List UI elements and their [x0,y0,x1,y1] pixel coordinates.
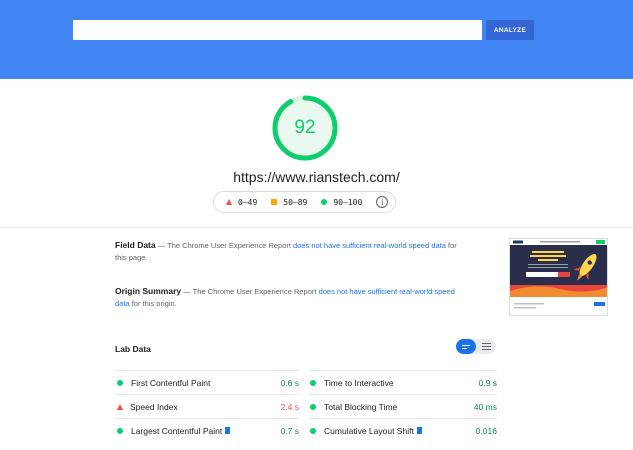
origin-summary-heading: Origin Summary [115,286,182,296]
pass-circle-icon [321,199,328,205]
metric-cumulative-layout-shift: Cumulative Layout Shift 0.016 [308,418,497,442]
legend-average: 50–89 [271,198,307,207]
fail-triangle-icon [117,403,123,410]
expanded-view-icon-line [481,349,491,350]
metric-value: 0.7 s [280,425,300,436]
metric-label: Largest Contentful Paint [131,425,223,436]
legend-fail: 0–49 [226,198,257,207]
pass-circle-icon [117,427,123,434]
pass-circle-icon [310,427,317,434]
pass-circle-icon [117,379,123,386]
core-web-vital-flag-icon [416,427,422,434]
header-bar: ANALYZE [0,0,633,79]
fail-triangle-icon [226,199,232,205]
core-web-vital-flag-icon [225,427,231,434]
metric-name: Largest Contentful Paint [115,426,281,436]
compact-view-icon [462,344,470,346]
lab-metrics: First Contentful Paint 0.6 s Time to Inter… [115,370,497,442]
pass-circle-icon [310,403,317,410]
metric-label: Time to Interactive [324,377,394,388]
metric-name: Speed Index [115,402,281,412]
origin-summary-text: — The Chrome User Experience Report [181,287,319,296]
legend-fail-label: 0–49 [238,197,258,207]
metric-label: Total Blocking Time [324,401,398,412]
metric-row: First Contentful Paint 0.6 s Time to Inter… [115,370,497,394]
view-toggle[interactable] [456,339,496,354]
metric-value: 0.016 [475,425,497,436]
metric-total-blocking-time: Total Blocking Time 40 ms [308,394,497,418]
metric-row: Speed Index 2.4 s Total Blocking Time 40 ms [115,394,497,418]
metric-first-contentful-paint: First Contentful Paint 0.6 s [115,370,300,394]
field-data-heading: Field Data [115,240,156,250]
metric-value: 2.4 s [280,401,300,412]
metric-row: Largest Contentful Paint 0.7 s Cumulative … [115,418,497,442]
analyze-button[interactable]: ANALYZE [486,20,534,40]
thumbnail-image [510,239,607,315]
field-data-section: Field Data — The Chrome User Experience … [115,239,460,264]
legend-average-label: 50–89 [283,197,308,207]
metric-value: 40 ms [473,401,497,412]
lab-data-heading: Lab Data [115,344,151,354]
expanded-view-button[interactable] [476,339,496,354]
info-icon[interactable]: i [376,196,389,208]
metric-value: 0.9 s [478,377,497,388]
field-data-link[interactable]: does not have sufficient real-world spee… [293,241,446,250]
field-data-text: — The Chrome User Experience Report [155,241,294,250]
metric-time-to-interactive: Time to Interactive 0.9 s [308,370,497,394]
analyzed-url: https://www.rianstech.com/ [233,169,400,185]
metric-largest-contentful-paint: Largest Contentful Paint 0.7 s [115,418,300,442]
metric-label: First Contentful Paint [131,377,211,388]
score-legend: 0–49 50–89 90–100 i [213,191,396,213]
expanded-view-icon-line [481,346,491,347]
section-divider [0,227,633,228]
pass-circle-icon [310,379,317,386]
metric-name: Cumulative Layout Shift [308,426,476,436]
expanded-view-icon [481,343,491,344]
page-screenshot-thumbnail [509,238,608,316]
legend-pass: 90–100 [321,198,362,207]
compact-view-button[interactable] [456,339,476,354]
compact-view-icon-line [462,347,467,349]
metric-label: Speed Index [130,401,178,412]
url-input[interactable] [73,20,482,40]
metric-speed-index: Speed Index 2.4 s [115,394,300,418]
average-square-icon [271,199,278,205]
metric-name: First Contentful Paint [115,378,281,388]
origin-summary-text-end: for this origin. [129,299,177,308]
metric-name: Total Blocking Time [308,402,474,412]
metric-value: 0.6 s [280,377,300,388]
metric-label: Cumulative Layout Shift [324,425,414,436]
performance-score: 92 [294,117,316,138]
origin-summary-section: Origin Summary — The Chrome User Experie… [115,285,460,310]
metric-name: Time to Interactive [308,378,479,388]
legend-pass-label: 90–100 [333,197,363,207]
